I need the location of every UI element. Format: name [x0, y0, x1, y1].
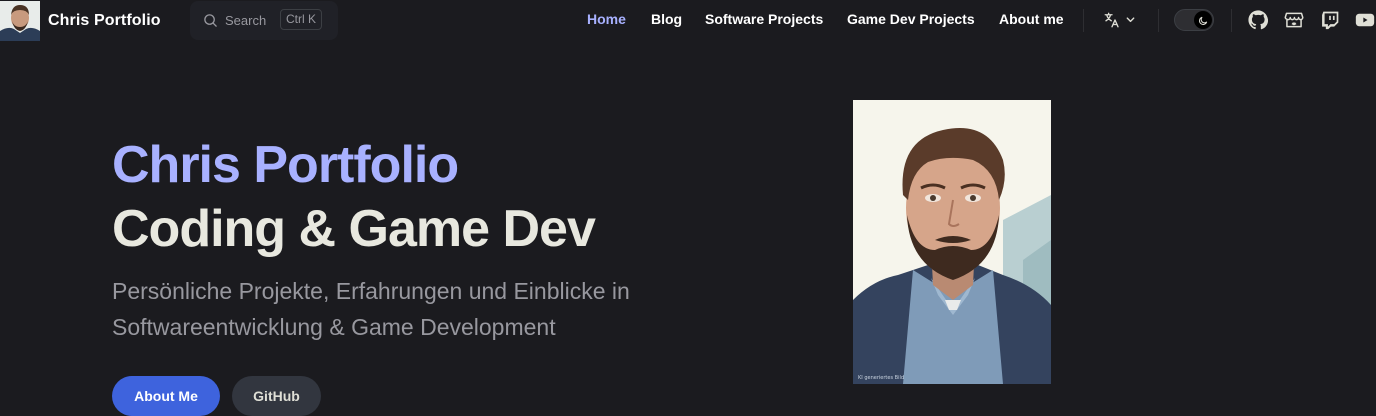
navbar: Chris Portfolio Search Ctrl K Home Blog …: [0, 0, 1376, 41]
hero-tagline: Persönliche Projekte, Erfahrungen und Ei…: [112, 278, 630, 340]
theme-knob: [1194, 11, 1212, 29]
nav-divider: [1083, 9, 1084, 32]
nav-divider: [1158, 9, 1159, 32]
moon-icon: [1198, 16, 1207, 25]
hero-image: KI generiertes Bild: [853, 100, 1051, 384]
nav-link-blog[interactable]: Blog: [651, 11, 682, 27]
search-shortcut: Ctrl K: [280, 9, 322, 30]
itchio-icon[interactable]: [1284, 10, 1304, 30]
hero-name: Chris Portfolio: [112, 136, 459, 194]
github-icon[interactable]: [1248, 10, 1268, 30]
github-button[interactable]: GitHub: [232, 376, 321, 416]
about-me-button[interactable]: About Me: [112, 376, 220, 416]
nav-link-about-me[interactable]: About me: [999, 11, 1064, 27]
nav-link-home[interactable]: Home: [587, 11, 626, 27]
portrait-illustration: [853, 100, 1051, 384]
chevron-down-icon[interactable]: [1125, 14, 1136, 25]
avatar: [0, 0, 40, 41]
brand-link[interactable]: Chris Portfolio: [0, 0, 161, 41]
translate-icon[interactable]: [1103, 11, 1121, 29]
nav-link-software-projects[interactable]: Software Projects: [705, 11, 823, 27]
youtube-icon[interactable]: [1355, 10, 1375, 30]
theme-toggle[interactable]: [1174, 9, 1214, 31]
twitch-icon[interactable]: [1320, 10, 1340, 30]
site-title: Chris Portfolio: [48, 11, 161, 29]
nav-divider: [1231, 9, 1232, 32]
image-caption: KI generiertes Bild: [858, 375, 905, 381]
hero-text: Coding & Game Dev: [112, 200, 596, 258]
search-label: Search: [225, 13, 267, 28]
search-icon: [204, 14, 217, 27]
nav-link-game-dev-projects[interactable]: Game Dev Projects: [847, 11, 975, 27]
